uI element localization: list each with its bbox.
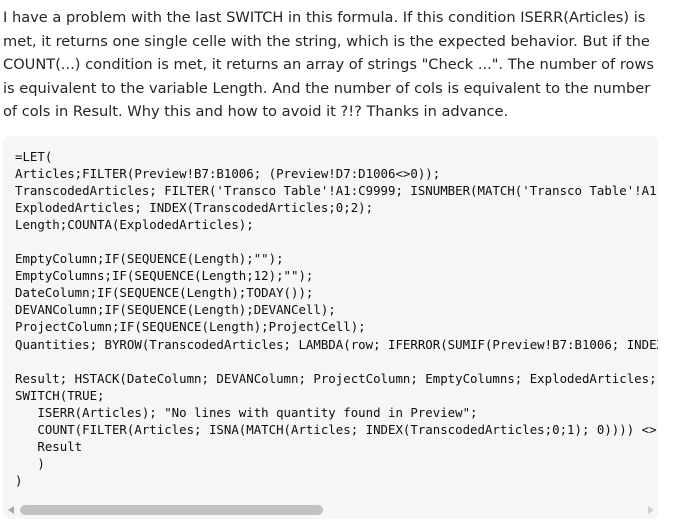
- code-viewport: =LET( Articles;FILTER(Preview!B7:B1006; (…: [3, 136, 658, 501]
- question-body: I have a problem with the last SWITCH in…: [3, 9, 654, 120]
- code-line: TranscodedArticles; FILTER('Transco Tabl…: [15, 183, 658, 199]
- code-block: =LET( Articles;FILTER(Preview!B7:B1006; (…: [3, 136, 658, 519]
- code-line: =LET(: [15, 149, 53, 164]
- code-line: ): [15, 455, 45, 471]
- scroll-right-arrow-icon[interactable]: [648, 506, 654, 514]
- code-line: Quantities; BYROW(TranscodedArticles; LA…: [15, 336, 658, 352]
- code-content: =LET( Articles;FILTER(Preview!B7:B1006; (…: [3, 136, 658, 489]
- code-line: EmptyColumns;IF(SEQUENCE(Length;12);"");: [15, 268, 314, 284]
- code-line: ): [15, 472, 23, 488]
- scroll-left-arrow-icon[interactable]: [8, 506, 14, 514]
- code-line: ProjectColumn;IF(SEQUENCE(Length);Projec…: [15, 319, 366, 335]
- code-line: Result; HSTACK(DateColumn; DEVANColumn; …: [15, 370, 657, 386]
- code-line: ISERR(Articles); "No lines with quantity…: [15, 404, 478, 420]
- horizontal-scrollbar[interactable]: [3, 503, 658, 517]
- code-line: COUNT(FILTER(Articles; ISNA(MATCH(Articl…: [37, 421, 657, 437]
- scrollbar-thumb[interactable]: [20, 505, 323, 515]
- code-line: SWITCH(TRUE;: [15, 387, 105, 403]
- code-line: Length;COUNTA(ExplodedArticles);: [15, 217, 254, 233]
- code-line: DEVANColumn;IF(SEQUENCE(Length);DEVANCel…: [15, 302, 336, 318]
- code-line: Result: [15, 438, 83, 454]
- code-line: ExplodedArticles; INDEX(TranscodedArticl…: [15, 200, 374, 216]
- code-line: DateColumn;IF(SEQUENCE(Length);TODAY());: [15, 285, 314, 301]
- code-line: EmptyColumn;IF(SEQUENCE(Length);"");: [15, 251, 284, 267]
- code-line: Articles;FILTER(Preview!B7:B1006; (Previ…: [15, 166, 441, 182]
